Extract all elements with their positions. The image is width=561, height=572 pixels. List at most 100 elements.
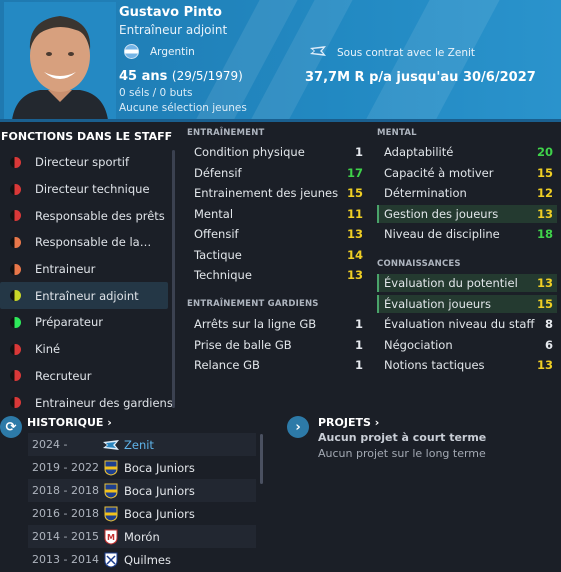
attribute-row[interactable]: Arrêts sur la ligne GB 1: [187, 315, 367, 333]
function-item[interactable]: Recruteur: [0, 363, 168, 390]
function-item[interactable]: Entraineur des gardiens: [0, 389, 173, 416]
attribute-value: 17: [346, 165, 363, 180]
attribute-row[interactable]: Évaluation joueurs 15: [377, 294, 557, 313]
attribute-row[interactable]: Tactique 14: [187, 246, 367, 264]
attribute-row[interactable]: Détermination 12: [377, 184, 557, 202]
knowledge-title: CONNAISSANCES: [377, 259, 461, 269]
attribute-row[interactable]: Entrainement des jeunes 15: [187, 184, 367, 202]
boca-badge-icon[interactable]: [103, 483, 119, 499]
attribute-name: Offensif: [194, 227, 239, 241]
history-row[interactable]: 2018 - 2018 Boca Juniors: [28, 479, 256, 502]
attribute-value: 20: [536, 145, 553, 159]
attribute-name: Arrêts sur la ligne GB: [194, 317, 317, 331]
suitability-dot-icon: [10, 210, 21, 222]
history-years: 2016 - 2018: [32, 507, 99, 520]
history-club[interactable]: Zenit: [124, 438, 154, 452]
attribute-row[interactable]: Évaluation niveau du staff 8: [377, 315, 557, 333]
attribute-row[interactable]: Offensif 13: [187, 225, 367, 243]
history-row[interactable]: 2016 - 2018 Boca Juniors: [28, 502, 256, 525]
attribute-value: 8: [544, 317, 553, 331]
profile-header: Gustavo Pinto Entraîneur adjoint Argenti…: [0, 0, 561, 122]
function-item[interactable]: Responsable de la…: [0, 229, 168, 256]
argentina-flag-icon[interactable]: [124, 44, 139, 59]
attribute-name: Prise de balle GB: [194, 337, 292, 352]
attribute-row[interactable]: Évaluation du potentiel 13: [377, 274, 557, 292]
projects-short-term: Aucun projet à court terme: [318, 431, 487, 444]
moron-badge-icon[interactable]: M: [103, 529, 119, 545]
attribute-value: 15: [536, 296, 553, 311]
attribute-value: 1: [354, 145, 363, 159]
history-row[interactable]: 2019 - 2022 Boca Juniors: [28, 456, 256, 479]
wage-contract: 37,7M R p/a jusqu'au 30/6/2027: [305, 70, 536, 85]
youth-caps: Aucune sélection jeunes: [119, 102, 247, 114]
attribute-name: Gestion des joueurs: [384, 206, 499, 221]
suitability-dot-icon: [10, 263, 21, 275]
function-label: Entraîneur adjoint: [35, 288, 139, 303]
function-label: Recruteur: [35, 368, 92, 383]
attribute-row[interactable]: Technique 13: [187, 266, 367, 284]
attribute-value: 15: [536, 165, 553, 180]
function-label: Directeur sportif: [35, 155, 129, 170]
staff-role: Entraîneur adjoint: [119, 23, 228, 37]
date-of-birth: (29/5/1979): [171, 69, 243, 83]
attribute-row[interactable]: Notions tactiques 13: [377, 356, 557, 374]
suitability-dot-icon: [10, 397, 21, 409]
attribute-row[interactable]: Condition physique 1: [187, 143, 367, 161]
history-title[interactable]: HISTORIQUE ›: [27, 416, 112, 429]
attribute-name: Évaluation du potentiel: [384, 276, 518, 290]
header-stripe: [349, 0, 511, 122]
attribute-row[interactable]: Défensif 17: [187, 164, 367, 182]
function-item[interactable]: Entraîneur adjoint: [0, 282, 168, 310]
history-club[interactable]: Boca Juniors: [124, 461, 195, 475]
attribute-value: 13: [346, 268, 363, 282]
projects-long-term: Aucun projet sur le long terme: [318, 447, 486, 460]
function-item[interactable]: Préparateur: [0, 309, 168, 336]
zenit-badge-icon[interactable]: [103, 437, 119, 453]
function-label: Entraineur des gardiens: [35, 395, 173, 410]
zenit-badge-icon[interactable]: [309, 45, 327, 57]
attribute-value: 13: [536, 206, 553, 221]
attribute-row[interactable]: Adaptabilité 20: [377, 143, 557, 161]
attribute-row[interactable]: Niveau de discipline 18: [377, 225, 557, 243]
nationality[interactable]: Argentin: [150, 46, 195, 58]
projects-arrow-icon[interactable]: ›: [287, 416, 309, 438]
functions-scrollbar[interactable]: [172, 150, 175, 408]
history-row[interactable]: 2014 - 2015 M Morón: [28, 525, 256, 548]
projects-title[interactable]: PROJETS ›: [318, 416, 379, 429]
suitability-dot-icon: [10, 183, 21, 195]
history-row[interactable]: 2024 - Zenit: [28, 433, 256, 456]
attribute-value: 15: [346, 186, 363, 200]
attribute-row[interactable]: Capacité à motiver 15: [377, 164, 557, 182]
attribute-row[interactable]: Mental 11: [187, 205, 367, 223]
function-item[interactable]: Directeur sportif: [0, 149, 168, 176]
history-years: 2024 -: [32, 438, 68, 451]
quilmes-badge-icon[interactable]: [103, 552, 119, 568]
history-club[interactable]: Quilmes: [124, 553, 171, 567]
history-row[interactable]: 2013 - 2014 Quilmes: [28, 548, 256, 571]
training-title: ENTRAÎNEMENT: [187, 128, 265, 138]
attribute-value: 14: [346, 247, 363, 262]
boca-badge-icon[interactable]: [103, 460, 119, 476]
function-item[interactable]: Directeur technique: [0, 176, 168, 203]
function-item[interactable]: Kiné: [0, 336, 168, 363]
function-item[interactable]: Entraineur: [0, 256, 168, 283]
attribute-name: Condition physique: [194, 145, 305, 159]
attribute-row[interactable]: Gestion des joueurs 13: [377, 204, 557, 223]
attribute-value: 1: [354, 337, 363, 352]
attribute-row[interactable]: Prise de balle GB 1: [187, 336, 367, 354]
history-title-label[interactable]: HISTORIQUE: [27, 416, 103, 429]
history-years: 2019 - 2022: [32, 461, 99, 474]
boca-badge-icon[interactable]: [103, 506, 119, 522]
attribute-row[interactable]: Négociation 6: [377, 336, 557, 354]
function-item[interactable]: Responsable des prêts: [0, 202, 168, 229]
history-club[interactable]: Boca Juniors: [124, 507, 195, 521]
contract-club[interactable]: Sous contrat avec le Zenit: [337, 47, 475, 59]
projects-title-label[interactable]: PROJETS: [318, 416, 371, 429]
history-refresh-icon[interactable]: ⟳: [0, 416, 22, 438]
history-club[interactable]: Boca Juniors: [124, 484, 195, 498]
attribute-name: Négociation: [384, 337, 453, 352]
attribute-row[interactable]: Relance GB 1: [187, 356, 367, 374]
functions-title: FONCTIONS DANS LE STAFF: [1, 130, 173, 143]
history-scrollbar[interactable]: [260, 434, 263, 484]
history-club[interactable]: Morón: [124, 530, 160, 544]
